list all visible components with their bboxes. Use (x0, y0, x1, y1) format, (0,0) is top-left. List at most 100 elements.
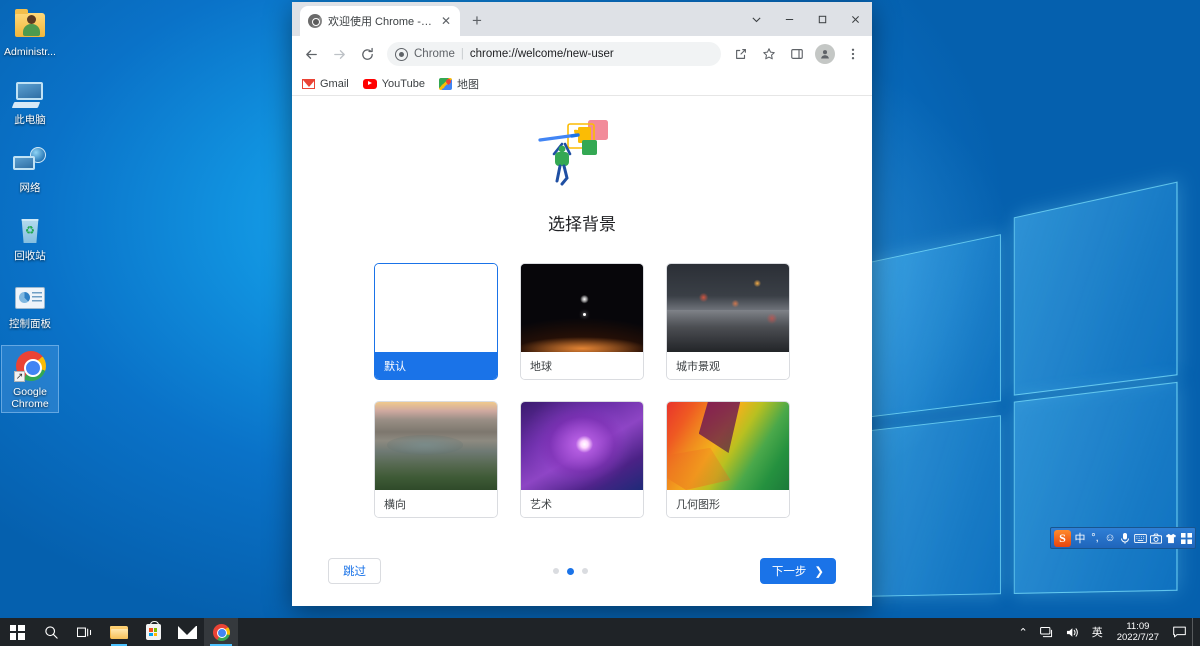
background-option-cityscape[interactable]: 城市景观 (666, 263, 790, 380)
bookmark-maps[interactable]: 地图 (438, 76, 479, 92)
desktop-icon-label: 此电脑 (14, 114, 46, 126)
chrome-favicon-icon (308, 14, 322, 28)
chevron-right-icon: ❯ (814, 566, 824, 578)
close-tab-icon[interactable]: ✕ (438, 13, 454, 29)
ime-apps-grid-icon[interactable] (1180, 530, 1192, 546)
volume-icon[interactable] (1060, 618, 1086, 646)
desktop-icon-this-pc[interactable]: 此电脑 (2, 74, 58, 128)
desktop-icon-network[interactable]: 网络 (2, 142, 58, 196)
ime-punctuation-toggle[interactable]: °, (1089, 530, 1101, 546)
side-panel-icon[interactable] (784, 41, 810, 67)
desktop-icon-administrator[interactable]: Administr... (2, 6, 58, 60)
bookmark-youtube[interactable]: YouTube (362, 77, 425, 90)
background-option-default[interactable]: 默认 (374, 263, 498, 380)
chrome-icon (212, 623, 230, 641)
three-dot-menu-icon[interactable] (840, 41, 866, 67)
browser-tab[interactable]: 欢迎使用 Chrome - 选择背景 ✕ (300, 6, 460, 36)
maximize-button[interactable] (806, 2, 839, 36)
omnibox-url-text: chrome://welcome/new-user (469, 48, 614, 60)
system-tray: ⌃ 英 11:09 2022/7/27 (1013, 618, 1200, 646)
ime-language-indicator[interactable]: 英 (1086, 618, 1109, 646)
background-thumbnail (521, 402, 643, 490)
skip-button[interactable]: 跳过 (328, 558, 381, 584)
background-option-label: 地球 (521, 352, 643, 379)
step-dot[interactable] (552, 568, 559, 574)
background-option-label: 几何图形 (667, 490, 789, 517)
ime-microphone-icon[interactable] (1119, 530, 1131, 546)
network-icon (11, 146, 49, 180)
background-option-landscape[interactable]: 横向 (374, 401, 498, 518)
desktop-icon-label-line1: Google (13, 386, 47, 398)
show-desktop-button[interactable] (1192, 618, 1200, 646)
desktop-icon-list: Administr... 此电脑 网络 ♻ 回收站 控制面板 ↗ Google … (0, 0, 60, 413)
sogou-logo-icon[interactable]: S (1054, 529, 1071, 547)
page-title: 选择背景 (548, 215, 616, 234)
minimize-button[interactable] (773, 2, 806, 36)
bookmark-star-icon[interactable] (756, 41, 782, 67)
windows-logo-icon (9, 624, 25, 640)
desktop-icon-google-chrome[interactable]: ↗ Google Chrome (1, 345, 59, 413)
file-explorer-icon (109, 625, 129, 640)
ime-emoji-icon[interactable]: ☺ (1104, 530, 1116, 546)
clock-date: 2022/7/27 (1116, 632, 1159, 643)
person-painting-illustration (538, 120, 608, 186)
start-button[interactable] (0, 618, 34, 646)
background-option-art[interactable]: 艺术 (520, 401, 644, 518)
chrome-taskbar-button[interactable] (204, 618, 238, 646)
task-view-button[interactable] (68, 618, 102, 646)
ime-skin-icon[interactable] (1165, 530, 1177, 546)
background-option-label: 横向 (375, 490, 497, 517)
desktop[interactable]: Administr... 此电脑 网络 ♻ 回收站 控制面板 ↗ Google … (0, 0, 1200, 646)
ime-mode-toggle[interactable]: 中 (1074, 530, 1086, 546)
background-option-geometric[interactable]: 几何图形 (666, 401, 790, 518)
background-options-grid: 默认 地球 城市景观 横向 艺术 几何图形 (374, 263, 790, 518)
address-bar[interactable]: Chrome | chrome://welcome/new-user (387, 42, 721, 66)
step-dot-active[interactable] (566, 567, 574, 575)
reload-icon[interactable] (354, 41, 380, 67)
microsoft-store-button[interactable] (136, 618, 170, 646)
welcome-page-content: 选择背景 默认 地球 城市景观 横向 艺术 几何图形 跳过 下一步 ❯ (292, 96, 872, 606)
mail-button[interactable] (170, 618, 204, 646)
search-icon (44, 625, 58, 639)
this-pc-icon (11, 78, 49, 112)
ime-keyboard-icon[interactable] (1134, 530, 1147, 546)
share-icon[interactable] (728, 41, 754, 67)
network-icon[interactable] (1034, 618, 1060, 646)
next-button-label: 下一步 (771, 566, 807, 578)
next-button[interactable]: 下一步 ❯ (759, 558, 836, 584)
chrome-page-icon (395, 47, 408, 61)
recycle-bin-icon: ♻ (11, 214, 49, 248)
bookmark-label: YouTube (381, 77, 425, 90)
sogou-ime-toolbar[interactable]: S 中 °, ☺ (1050, 527, 1196, 549)
ime-screenshot-icon[interactable] (1150, 530, 1162, 546)
background-option-earth[interactable]: 地球 (520, 263, 644, 380)
google-maps-icon (438, 77, 452, 90)
omnibox-separator: | (460, 48, 464, 60)
desktop-icon-label: 网络 (19, 182, 41, 194)
background-thumbnail (667, 264, 789, 352)
windows-taskbar: ⌃ 英 11:09 2022/7/27 (0, 618, 1200, 646)
bookmark-gmail[interactable]: Gmail (302, 78, 349, 90)
chrome-browser-window[interactable]: 欢迎使用 Chrome - 选择背景 ✕ + (292, 2, 872, 606)
tab-search-chevron-down-icon[interactable] (740, 2, 773, 36)
store-icon (145, 621, 161, 640)
background-thumbnail (375, 264, 497, 352)
show-hidden-icons-chevron[interactable]: ⌃ (1013, 618, 1034, 646)
close-window-button[interactable] (839, 2, 872, 36)
desktop-icon-label: Administr... (4, 46, 56, 58)
background-thumbnail (667, 402, 789, 490)
desktop-icon-label: 控制面板 (9, 318, 51, 330)
desktop-icon-control-panel[interactable]: 控制面板 (2, 278, 58, 332)
profile-avatar[interactable] (812, 41, 838, 67)
user-folder-icon (11, 9, 49, 44)
new-tab-button[interactable]: + (464, 8, 490, 34)
desktop-icon-recycle-bin[interactable]: ♻ 回收站 (2, 210, 58, 264)
step-dot[interactable] (581, 568, 588, 574)
back-arrow-icon[interactable] (298, 41, 324, 67)
clock[interactable]: 11:09 2022/7/27 (1109, 618, 1167, 646)
tab-strip: 欢迎使用 Chrome - 选择背景 ✕ + (292, 2, 872, 36)
forward-arrow-icon[interactable] (326, 41, 352, 67)
search-button[interactable] (34, 618, 68, 646)
file-explorer-button[interactable] (102, 618, 136, 646)
notification-center-icon[interactable] (1167, 618, 1192, 646)
